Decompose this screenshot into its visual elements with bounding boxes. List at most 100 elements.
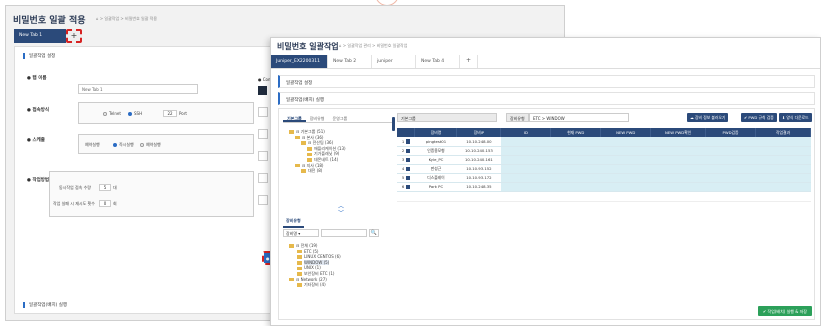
checkbox-icon [405,139,411,144]
command-row[interactable] [258,151,268,161]
radio-reserved[interactable]: 예약실행 [140,142,161,148]
tab-juniper[interactable]: juniper [372,55,416,68]
command-check-all[interactable] [258,86,267,95]
folder-icon [289,244,294,248]
get-device-info-button[interactable]: ☁ 장비 정보 불러오기 [687,113,729,122]
tree-node-label: 보안장비 ETC (1) [304,270,335,276]
row-select[interactable]: 6 [397,182,415,192]
pwd-rule-check-label: PWD 규칙 검증 [748,115,774,120]
cell-id[interactable] [500,155,551,165]
cell-new-pwd[interactable] [600,155,651,165]
tree-node[interactable]: 기타장비 (4) [289,282,341,288]
folder-icon [295,163,300,168]
table-row[interactable]: 6 Park PC 10.10.248.35 [397,182,811,192]
back-tab-new-tab-1[interactable]: New Tab 1 [14,29,66,43]
cell-current-pwd[interactable] [550,164,601,174]
cell-current-pwd[interactable] [550,137,601,147]
cell-new-pwd-confirm[interactable] [650,182,706,192]
add-tab-button[interactable]: + [460,55,478,68]
port-input[interactable]: 22 [163,110,177,117]
command-row[interactable] [258,129,268,139]
tab-ops-group[interactable]: 운영그룹 [328,113,351,122]
tree-node-label: 대전 (8) [308,168,323,174]
back-tab-bar: New Tab 1 + [14,29,82,43]
tree-node-label: ⊟ 기본그룹 (51) [296,129,325,134]
table-row[interactable]: 4 판성근 10.10.93.152 [397,164,811,174]
table-row[interactable]: 1 pingtest01 10.10.248.00 [397,137,811,147]
cell-new-pwd-confirm[interactable] [650,137,706,147]
exec-option-label: ● 작업방법 [27,178,50,183]
header-check-all[interactable] [397,128,416,137]
radio-immediate-label: 즉시실행 [119,142,134,147]
cell-id[interactable] [500,173,551,183]
search-icon[interactable]: 🔍 [369,229,379,237]
concurrent-input[interactable]: 5 [99,184,111,191]
table-row[interactable]: 3 Kyle_PC 10.10.240.161 [397,155,811,165]
cell-new-pwd[interactable] [600,182,651,192]
template-download-button[interactable]: ⬇ 양식 다운로드 [779,113,812,122]
tab-device-type-sub[interactable]: 장비유형 [283,216,304,228]
tab-new-tab-2[interactable]: New Tab 2 [328,55,372,68]
row-select[interactable]: 4 [397,164,415,174]
tab-new-tab-4[interactable]: New Tab 4 [416,55,460,68]
tab-name-input[interactable]: New Tab 1 [78,84,198,94]
command-row[interactable] [258,173,268,183]
tab-basic-group[interactable]: 기본그룹 [283,113,306,122]
tree-node-label: ETC (5) [304,248,319,254]
tab-device-type[interactable]: 장비유형 [306,113,329,122]
checkbox-icon [405,157,411,163]
server-type-select[interactable]: ETC > WINDOW [529,113,629,122]
cell-new-pwd[interactable] [600,137,651,147]
cell-new-pwd-confirm[interactable] [650,164,706,174]
tree-node[interactable]: 대전 (8) [289,168,346,174]
cell-new-pwd-confirm[interactable] [650,155,706,165]
radio-telnet[interactable]: Telnet [103,111,121,116]
table-row[interactable]: 5 디스플레이 10.10.93.172 [397,173,811,183]
cell-device-name: 인증용모형 [414,146,457,156]
command-row[interactable] [258,107,268,117]
tab-juniper-ex2200311[interactable]: Juniper_EX2200311 [271,55,328,68]
folder-icon [297,272,302,276]
table-row[interactable]: 2 인증용모형 10.10.240.153 [397,146,811,156]
folder-icon [307,147,312,151]
cell-result [755,137,811,147]
cell-new-pwd[interactable] [600,173,651,183]
cell-id[interactable] [500,146,551,156]
tree-node[interactable]: LINUX CENTOS (6) [289,254,341,260]
folder-icon [297,283,302,287]
cell-id[interactable] [500,137,551,147]
add-tab-button[interactable]: + [66,29,82,43]
collapse-down-icon[interactable]: ﹀ [338,208,344,217]
cell-pwd-check [705,155,756,165]
radio-reserved-label: 예약실행 [146,142,161,147]
cell-device-ip: 10.10.93.172 [456,173,501,183]
cell-current-pwd[interactable] [550,182,601,192]
cell-current-pwd[interactable] [550,173,601,183]
cell-new-pwd[interactable] [600,146,651,156]
page-title: 비밀번호 일괄작업 [277,42,339,51]
cell-current-pwd[interactable] [550,146,601,156]
section-exec[interactable]: 일괄작업(배치) 실행 [278,92,815,105]
cell-new-pwd-confirm[interactable] [650,173,706,183]
radio-immediate[interactable]: 즉시실행 [113,142,134,148]
cell-id[interactable] [500,164,551,174]
retry-input[interactable]: 0 [99,200,111,207]
filter-input[interactable] [321,229,367,237]
pwd-rule-check-button[interactable]: ✔ PWD 규칙 검증 [741,113,777,122]
filter-select[interactable]: 장비명 ▾ [283,229,319,237]
run-batch-save-button[interactable]: ✔ 작업(배치) 실행 & 저장 [757,306,812,316]
cell-current-pwd[interactable] [550,155,601,165]
radio-ssh[interactable]: SSH [128,111,142,116]
row-select[interactable]: 1 [397,137,415,147]
section-settings[interactable]: 일괄작업 설정 [278,75,815,88]
cell-new-pwd[interactable] [600,164,651,174]
row-select[interactable]: 3 [397,155,415,165]
panel-resize-handle[interactable] [392,117,395,131]
command-row[interactable] [258,195,268,205]
folder-icon [297,266,302,271]
cell-new-pwd-confirm[interactable] [650,146,706,156]
checkbox-icon [405,184,411,190]
row-select[interactable]: 5 [397,173,415,183]
row-select[interactable]: 2 [397,146,415,156]
cell-id[interactable] [500,182,551,192]
